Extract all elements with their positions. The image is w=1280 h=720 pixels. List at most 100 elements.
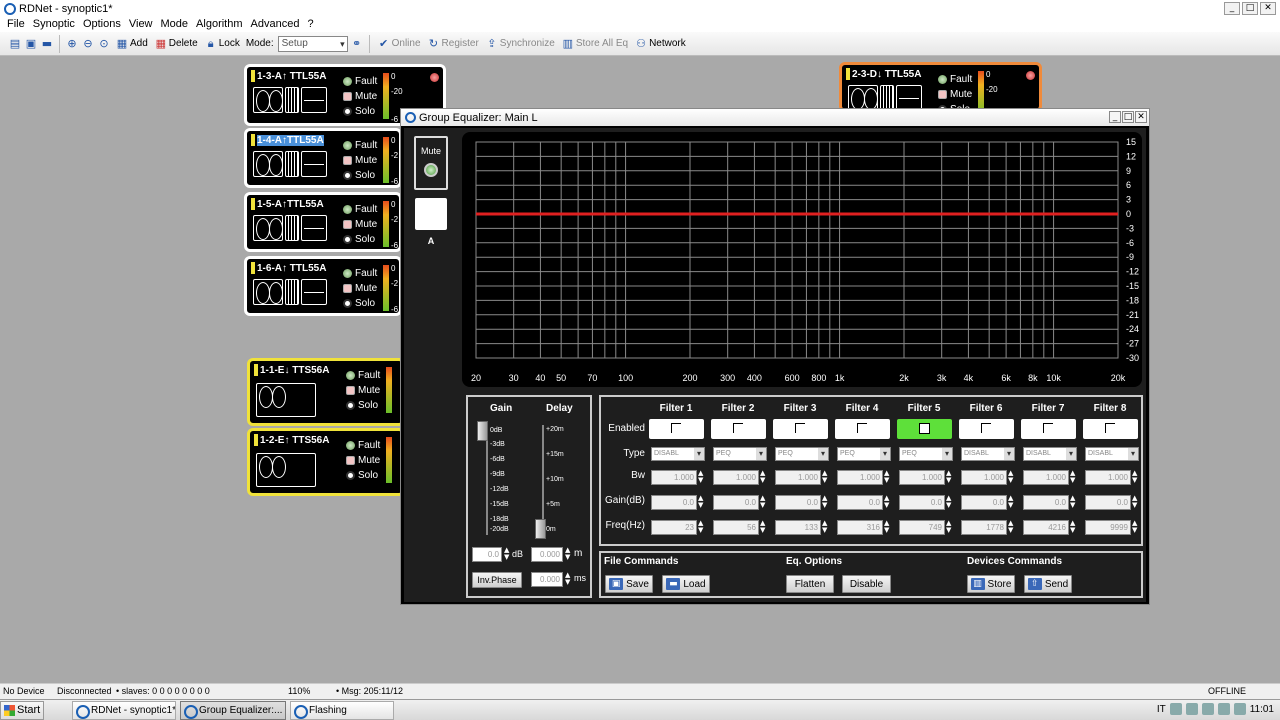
delay-slider-knob[interactable] bbox=[535, 519, 546, 539]
tray-icon[interactable] bbox=[1201, 703, 1214, 715]
device-panel[interactable]: 1-4-A↑TTL55A Fault Mute Solo 0 -2 -6 bbox=[244, 128, 402, 188]
filter-gain-input[interactable]: 0.0 bbox=[651, 495, 697, 510]
filter-bw-input[interactable]: 1.000 bbox=[651, 470, 697, 485]
eq-maximize-button[interactable]: □ bbox=[1122, 111, 1134, 123]
start-button[interactable]: Start bbox=[0, 701, 44, 720]
filter-bw-input[interactable]: 1.000 bbox=[961, 470, 1007, 485]
solo-toggle[interactable]: Solo bbox=[346, 469, 380, 481]
spinner-icon[interactable]: ▲ ▼ bbox=[1008, 495, 1013, 509]
a-preset-button[interactable] bbox=[415, 198, 447, 230]
spinner-icon[interactable]: ▲ ▼ bbox=[760, 520, 765, 534]
filter-bw-input[interactable]: 1.000 bbox=[837, 470, 883, 485]
spinner-icon[interactable]: ▲ ▼ bbox=[822, 495, 827, 509]
load-button[interactable]: ▬ Load bbox=[662, 575, 710, 593]
mute-toggle[interactable]: Mute bbox=[346, 454, 380, 466]
mute-toggle[interactable]: Mute bbox=[343, 218, 377, 230]
filter-bw-input[interactable]: 1.000 bbox=[1085, 470, 1131, 485]
filter-type-select[interactable]: PEQ bbox=[837, 447, 891, 461]
filter-gain-input[interactable]: 0.0 bbox=[961, 495, 1007, 510]
filter-type-select[interactable]: DISABL bbox=[651, 447, 705, 461]
filter-freq-input[interactable]: 9999 bbox=[1085, 520, 1131, 535]
minimize-button[interactable]: _ bbox=[1224, 2, 1240, 15]
filter-gain-input[interactable]: 0.0 bbox=[837, 495, 883, 510]
mute-toggle[interactable]: Mute bbox=[343, 90, 377, 102]
spinner-icon[interactable]: ▲ ▼ bbox=[760, 470, 765, 484]
spinner-icon[interactable]: ▲ ▼ bbox=[1070, 495, 1075, 509]
zoom-fit-icon[interactable]: ⊙ bbox=[97, 37, 111, 51]
tray-icon[interactable] bbox=[1217, 703, 1230, 715]
filter-bw-input[interactable]: 1.000 bbox=[899, 470, 945, 485]
device-panel[interactable]: 1-2-E↑ TTS56A Fault Mute Solo bbox=[247, 428, 405, 496]
filter-gain-input[interactable]: 0.0 bbox=[899, 495, 945, 510]
spinner-icon[interactable]: ▲ ▼ bbox=[698, 470, 703, 484]
filter-freq-input[interactable]: 749 bbox=[899, 520, 945, 535]
lock-button[interactable]: 🔒︎ Lock bbox=[202, 37, 242, 51]
link-icon[interactable]: ⚭ bbox=[350, 37, 364, 51]
filter-gain-input[interactable]: 0.0 bbox=[1023, 495, 1069, 510]
filter-enabled-toggle[interactable] bbox=[835, 419, 890, 439]
gain-slider-track[interactable] bbox=[486, 425, 488, 535]
menu-mode[interactable]: Mode bbox=[157, 17, 193, 32]
send-button[interactable]: ⇧ Send bbox=[1024, 575, 1072, 593]
save-icon[interactable]: ▣ bbox=[24, 37, 38, 51]
delete-button[interactable]: ▦ Delete bbox=[152, 37, 200, 51]
spinner-icon[interactable]: ▲ ▼ bbox=[1070, 470, 1075, 484]
gain-slider-knob[interactable] bbox=[477, 421, 488, 441]
spinner-icon[interactable]: ▲ ▼ bbox=[946, 495, 951, 509]
gain-value-input[interactable]: 0.0 bbox=[472, 547, 502, 562]
maximize-button[interactable]: □ bbox=[1242, 2, 1258, 15]
close-button[interactable]: ✕ bbox=[1260, 2, 1276, 15]
filter-type-select[interactable]: PEQ bbox=[899, 447, 953, 461]
filter-enabled-toggle[interactable] bbox=[649, 419, 704, 439]
add-button[interactable]: ▦ Add bbox=[113, 37, 150, 51]
tray-icon[interactable] bbox=[1169, 703, 1182, 715]
filter-enabled-toggle[interactable] bbox=[959, 419, 1014, 439]
delay-m-input[interactable]: 0.000 bbox=[531, 547, 563, 562]
device-panel[interactable]: 1-1-E↓ TTS56A Fault Mute Solo bbox=[247, 358, 405, 426]
filter-type-select[interactable]: DISABL bbox=[961, 447, 1015, 461]
menu-synoptic[interactable]: Synoptic bbox=[29, 17, 79, 32]
menu-advanced[interactable]: Advanced bbox=[247, 17, 304, 32]
open-folder-icon[interactable]: ▬ bbox=[40, 37, 54, 51]
spinner-icon[interactable]: ▲ ▼ bbox=[884, 470, 889, 484]
device-panel[interactable]: 1-5-A↑TTL55A Fault Mute Solo 0 -2 -6 bbox=[244, 192, 402, 252]
filter-bw-input[interactable]: 1.000 bbox=[713, 470, 759, 485]
inv-phase-button[interactable]: Inv.Phase bbox=[472, 572, 522, 588]
delay-ms-input[interactable]: 0.000 bbox=[531, 572, 563, 587]
filter-gain-input[interactable]: 0.0 bbox=[1085, 495, 1131, 510]
menu-algorithm[interactable]: Algorithm bbox=[192, 17, 246, 32]
online-button[interactable]: ✔ Online bbox=[375, 37, 423, 51]
filter-bw-input[interactable]: 1.000 bbox=[775, 470, 821, 485]
spinner-icon[interactable]: ▲ ▼ bbox=[884, 495, 889, 509]
solo-toggle[interactable]: Solo bbox=[343, 233, 377, 245]
filter-enabled-toggle[interactable] bbox=[897, 419, 952, 439]
solo-toggle[interactable]: Solo bbox=[343, 169, 377, 181]
spinner-icon[interactable]: ▲ ▼ bbox=[1132, 520, 1137, 534]
task-rdnet[interactable]: RDNet - synoptic1* bbox=[72, 701, 176, 720]
spinner-icon[interactable]: ▲ ▼ bbox=[822, 470, 827, 484]
spinner-icon[interactable]: ▲ ▼ bbox=[698, 495, 703, 509]
filter-gain-input[interactable]: 0.0 bbox=[713, 495, 759, 510]
spinner-icon[interactable]: ▲ ▼ bbox=[1132, 495, 1137, 509]
task-flashing[interactable]: Flashing bbox=[290, 701, 394, 720]
zoom-out-icon[interactable]: ⊖ bbox=[81, 37, 95, 51]
spinner-icon[interactable]: ▲ ▼ bbox=[1070, 520, 1075, 534]
new-file-icon[interactable]: ▤ bbox=[8, 37, 22, 51]
filter-freq-input[interactable]: 133 bbox=[775, 520, 821, 535]
filter-enabled-toggle[interactable] bbox=[1021, 419, 1076, 439]
spinner-icon[interactable]: ▲ ▼ bbox=[1008, 520, 1013, 534]
zoom-in-icon[interactable]: ⊕ bbox=[65, 37, 79, 51]
spinner-icon[interactable]: ▲ ▼ bbox=[698, 520, 703, 534]
eq-response-graph[interactable]: 15 12 9 6 3 0 -3 -6 -9 -12 -15 -18 -21 -24 -27 -30 20 30 4… bbox=[462, 132, 1142, 387]
flatten-button[interactable]: Flatten bbox=[786, 575, 834, 593]
filter-enabled-toggle[interactable] bbox=[773, 419, 828, 439]
filter-enabled-toggle[interactable] bbox=[711, 419, 766, 439]
delay-m-spinner-icon[interactable]: ▲ ▼ bbox=[565, 547, 570, 561]
filter-freq-input[interactable]: 56 bbox=[713, 520, 759, 535]
filter-freq-input[interactable]: 4216 bbox=[1023, 520, 1069, 535]
filter-bw-input[interactable]: 1.000 bbox=[1023, 470, 1069, 485]
filter-freq-input[interactable]: 316 bbox=[837, 520, 883, 535]
tray-icon[interactable] bbox=[1233, 703, 1246, 715]
filter-type-select[interactable]: DISABL bbox=[1023, 447, 1077, 461]
solo-toggle[interactable]: Solo bbox=[343, 105, 377, 117]
